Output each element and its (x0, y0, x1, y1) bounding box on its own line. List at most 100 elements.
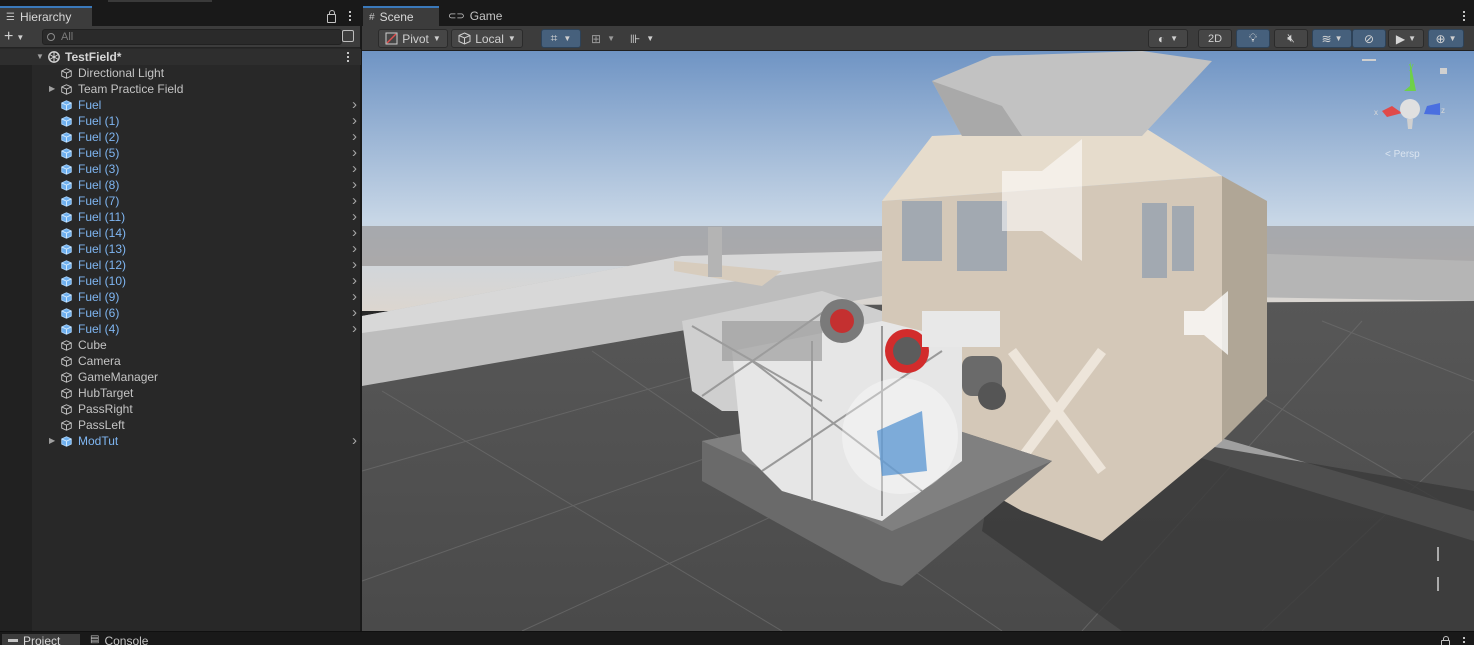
chevron-right-icon[interactable]: › (352, 161, 357, 176)
tab-scene[interactable]: # Scene (363, 6, 439, 26)
hierarchy-item[interactable]: Camera (0, 353, 361, 369)
robot-intake-post (708, 227, 722, 277)
chevron-right-icon[interactable]: › (352, 321, 357, 336)
hierarchy-item[interactable]: Fuel (9) › (0, 289, 361, 305)
chevron-right-icon[interactable]: › (352, 97, 357, 112)
top-strip-bar (108, 0, 212, 2)
hierarchy-item[interactable]: Directional Light (0, 65, 361, 81)
scene-render: y x z < Persp (362, 51, 1474, 631)
search-input[interactable] (61, 31, 321, 43)
shading-mode-dropdown[interactable]: ◐ ▼ (1148, 29, 1188, 48)
hierarchy-item[interactable]: HubTarget (0, 385, 361, 401)
more-options-icon[interactable] (346, 11, 354, 21)
prefab-icon (61, 308, 72, 319)
prefab-icon (61, 228, 72, 239)
effects-dropdown[interactable]: ≋ ▼ (1312, 29, 1352, 48)
hierarchy-item[interactable]: Fuel (13) › (0, 241, 361, 257)
hierarchy-item[interactable]: PassRight (0, 401, 361, 417)
pivot-dropdown[interactable]: Pivot ▼ (378, 29, 448, 48)
chevron-right-icon[interactable]: › (352, 113, 357, 128)
hierarchy-item-label: Fuel (14) (78, 226, 127, 240)
hub-side (1222, 176, 1267, 441)
tab-game[interactable]: ⊂⊃ Game (442, 6, 504, 26)
lock-icon[interactable] (1441, 635, 1450, 645)
chevron-right-icon[interactable]: › (352, 193, 357, 208)
scene-visibility-icon[interactable] (342, 30, 354, 42)
hierarchy-item[interactable]: Fuel (4) › (0, 321, 361, 337)
hierarchy-item[interactable]: Fuel (2) › (0, 129, 361, 145)
hierarchy-panel: ☰ Hierarchy + ▼ ▼ TestField* Di (0, 6, 361, 631)
foldout-expanded-icon[interactable]: ▼ (36, 49, 44, 65)
scene-toolbar: Pivot ▼ Local ▼ ⌗ ▼ ⊞ ▼ ⊪ ▼ ◐ ▼ 2D 💡︎ 🔇︎… (362, 26, 1474, 51)
hierarchy-item-label: Team Practice Field (78, 82, 184, 96)
chevron-right-icon[interactable]: › (352, 241, 357, 256)
foldout-collapsed-icon[interactable]: ▶ (49, 81, 55, 97)
scene-root-row[interactable]: ▼ TestField* (0, 49, 361, 65)
hierarchy-item[interactable]: Fuel (12) › (0, 257, 361, 273)
scene-tabbar: # Scene ⊂⊃ Game (362, 6, 1474, 26)
scene-viewport[interactable]: y x z < Persp (362, 51, 1474, 631)
lighting-toggle-button[interactable]: 💡︎ (1236, 29, 1270, 48)
chevron-right-icon[interactable]: › (352, 129, 357, 144)
bottom-tab-controls (1441, 634, 1468, 645)
hierarchy-item[interactable]: PassLeft (0, 417, 361, 433)
gameobject-icon (61, 356, 72, 367)
hierarchy-item[interactable]: Fuel (10) › (0, 273, 361, 289)
lock-icon[interactable] (327, 9, 336, 23)
chevron-down-icon: ▼ (1448, 34, 1457, 43)
hierarchy-item[interactable]: Fuel (8) › (0, 177, 361, 193)
hierarchy-item[interactable]: Cube (0, 337, 361, 353)
tab-project[interactable]: ▬ Project (2, 634, 80, 645)
create-dropdown-button[interactable]: + ▼ (4, 28, 24, 45)
camera-settings-dropdown[interactable]: ▶ ▼ (1388, 29, 1424, 48)
hierarchy-item[interactable]: Fuel (5) › (0, 145, 361, 161)
chevron-right-icon[interactable]: › (352, 273, 357, 288)
local-dropdown[interactable]: Local ▼ (451, 29, 523, 48)
hierarchy-item[interactable]: Fuel (3) › (0, 161, 361, 177)
hierarchy-item[interactable]: GameManager (0, 369, 361, 385)
hierarchy-item[interactable]: Fuel (7) › (0, 193, 361, 209)
gameobject-icon (61, 84, 72, 95)
hierarchy-item[interactable]: Fuel (6) › (0, 305, 361, 321)
hierarchy-search[interactable] (42, 29, 342, 45)
chevron-right-icon[interactable]: › (352, 209, 357, 224)
unity-scene-icon (48, 51, 60, 63)
hierarchy-item[interactable]: Fuel (11) › (0, 209, 361, 225)
prefab-icon (61, 260, 72, 271)
scene-tab-controls (1460, 8, 1468, 24)
2d-toggle-button[interactable]: 2D (1198, 29, 1232, 48)
chevron-right-icon[interactable]: › (352, 257, 357, 272)
hierarchy-item[interactable]: ▶ ModTut › (0, 433, 361, 449)
cube-icon (458, 32, 471, 45)
gizmos-dropdown[interactable]: ⊕ ▼ (1428, 29, 1464, 48)
bottom-tabbar: ▬ Project ▤ Console (0, 631, 1474, 645)
grid-visibility-dropdown[interactable]: ⊞ ▼ (584, 29, 622, 48)
chevron-right-icon[interactable]: › (352, 289, 357, 304)
tab-console[interactable]: ▤ Console (84, 634, 170, 645)
grid-visibility-icon: ⊞ (591, 31, 602, 46)
layers-icon: ≋ (1321, 31, 1332, 46)
chevron-right-icon[interactable]: › (352, 225, 357, 240)
hierarchy-item[interactable]: ▶ Team Practice Field (0, 81, 361, 97)
hierarchy-item[interactable]: Fuel › (0, 97, 361, 113)
foldout-collapsed-icon[interactable]: ▶ (49, 433, 55, 449)
scene-visibility-toggle[interactable]: ⊘ (1352, 29, 1386, 48)
chevron-right-icon[interactable]: › (352, 433, 357, 448)
tab-hierarchy[interactable]: ☰ Hierarchy (0, 6, 92, 26)
chevron-right-icon[interactable]: › (352, 145, 357, 160)
chevron-right-icon[interactable]: › (352, 305, 357, 320)
hierarchy-item[interactable]: Fuel (14) › (0, 225, 361, 241)
hierarchy-item[interactable]: Fuel (1) › (0, 113, 361, 129)
hierarchy-item-label: Fuel (8) (78, 178, 120, 192)
more-options-icon[interactable] (1460, 637, 1468, 645)
chevron-right-icon[interactable]: › (352, 177, 357, 192)
scene-name: TestField* (65, 50, 122, 64)
scene-more-icon[interactable] (344, 52, 352, 62)
persp-label[interactable]: < Persp (1385, 149, 1420, 160)
audio-toggle-button[interactable]: 🔇︎ (1274, 29, 1308, 48)
scene-more-options-icon[interactable] (1460, 11, 1468, 21)
increment-snap-dropdown[interactable]: ⊪ ▼ (624, 29, 660, 48)
grid-snapping-toggle[interactable]: ⌗ ▼ (541, 29, 581, 48)
tab-console-label: Console (104, 634, 149, 645)
hierarchy-item-label: Fuel (12) (78, 258, 127, 272)
